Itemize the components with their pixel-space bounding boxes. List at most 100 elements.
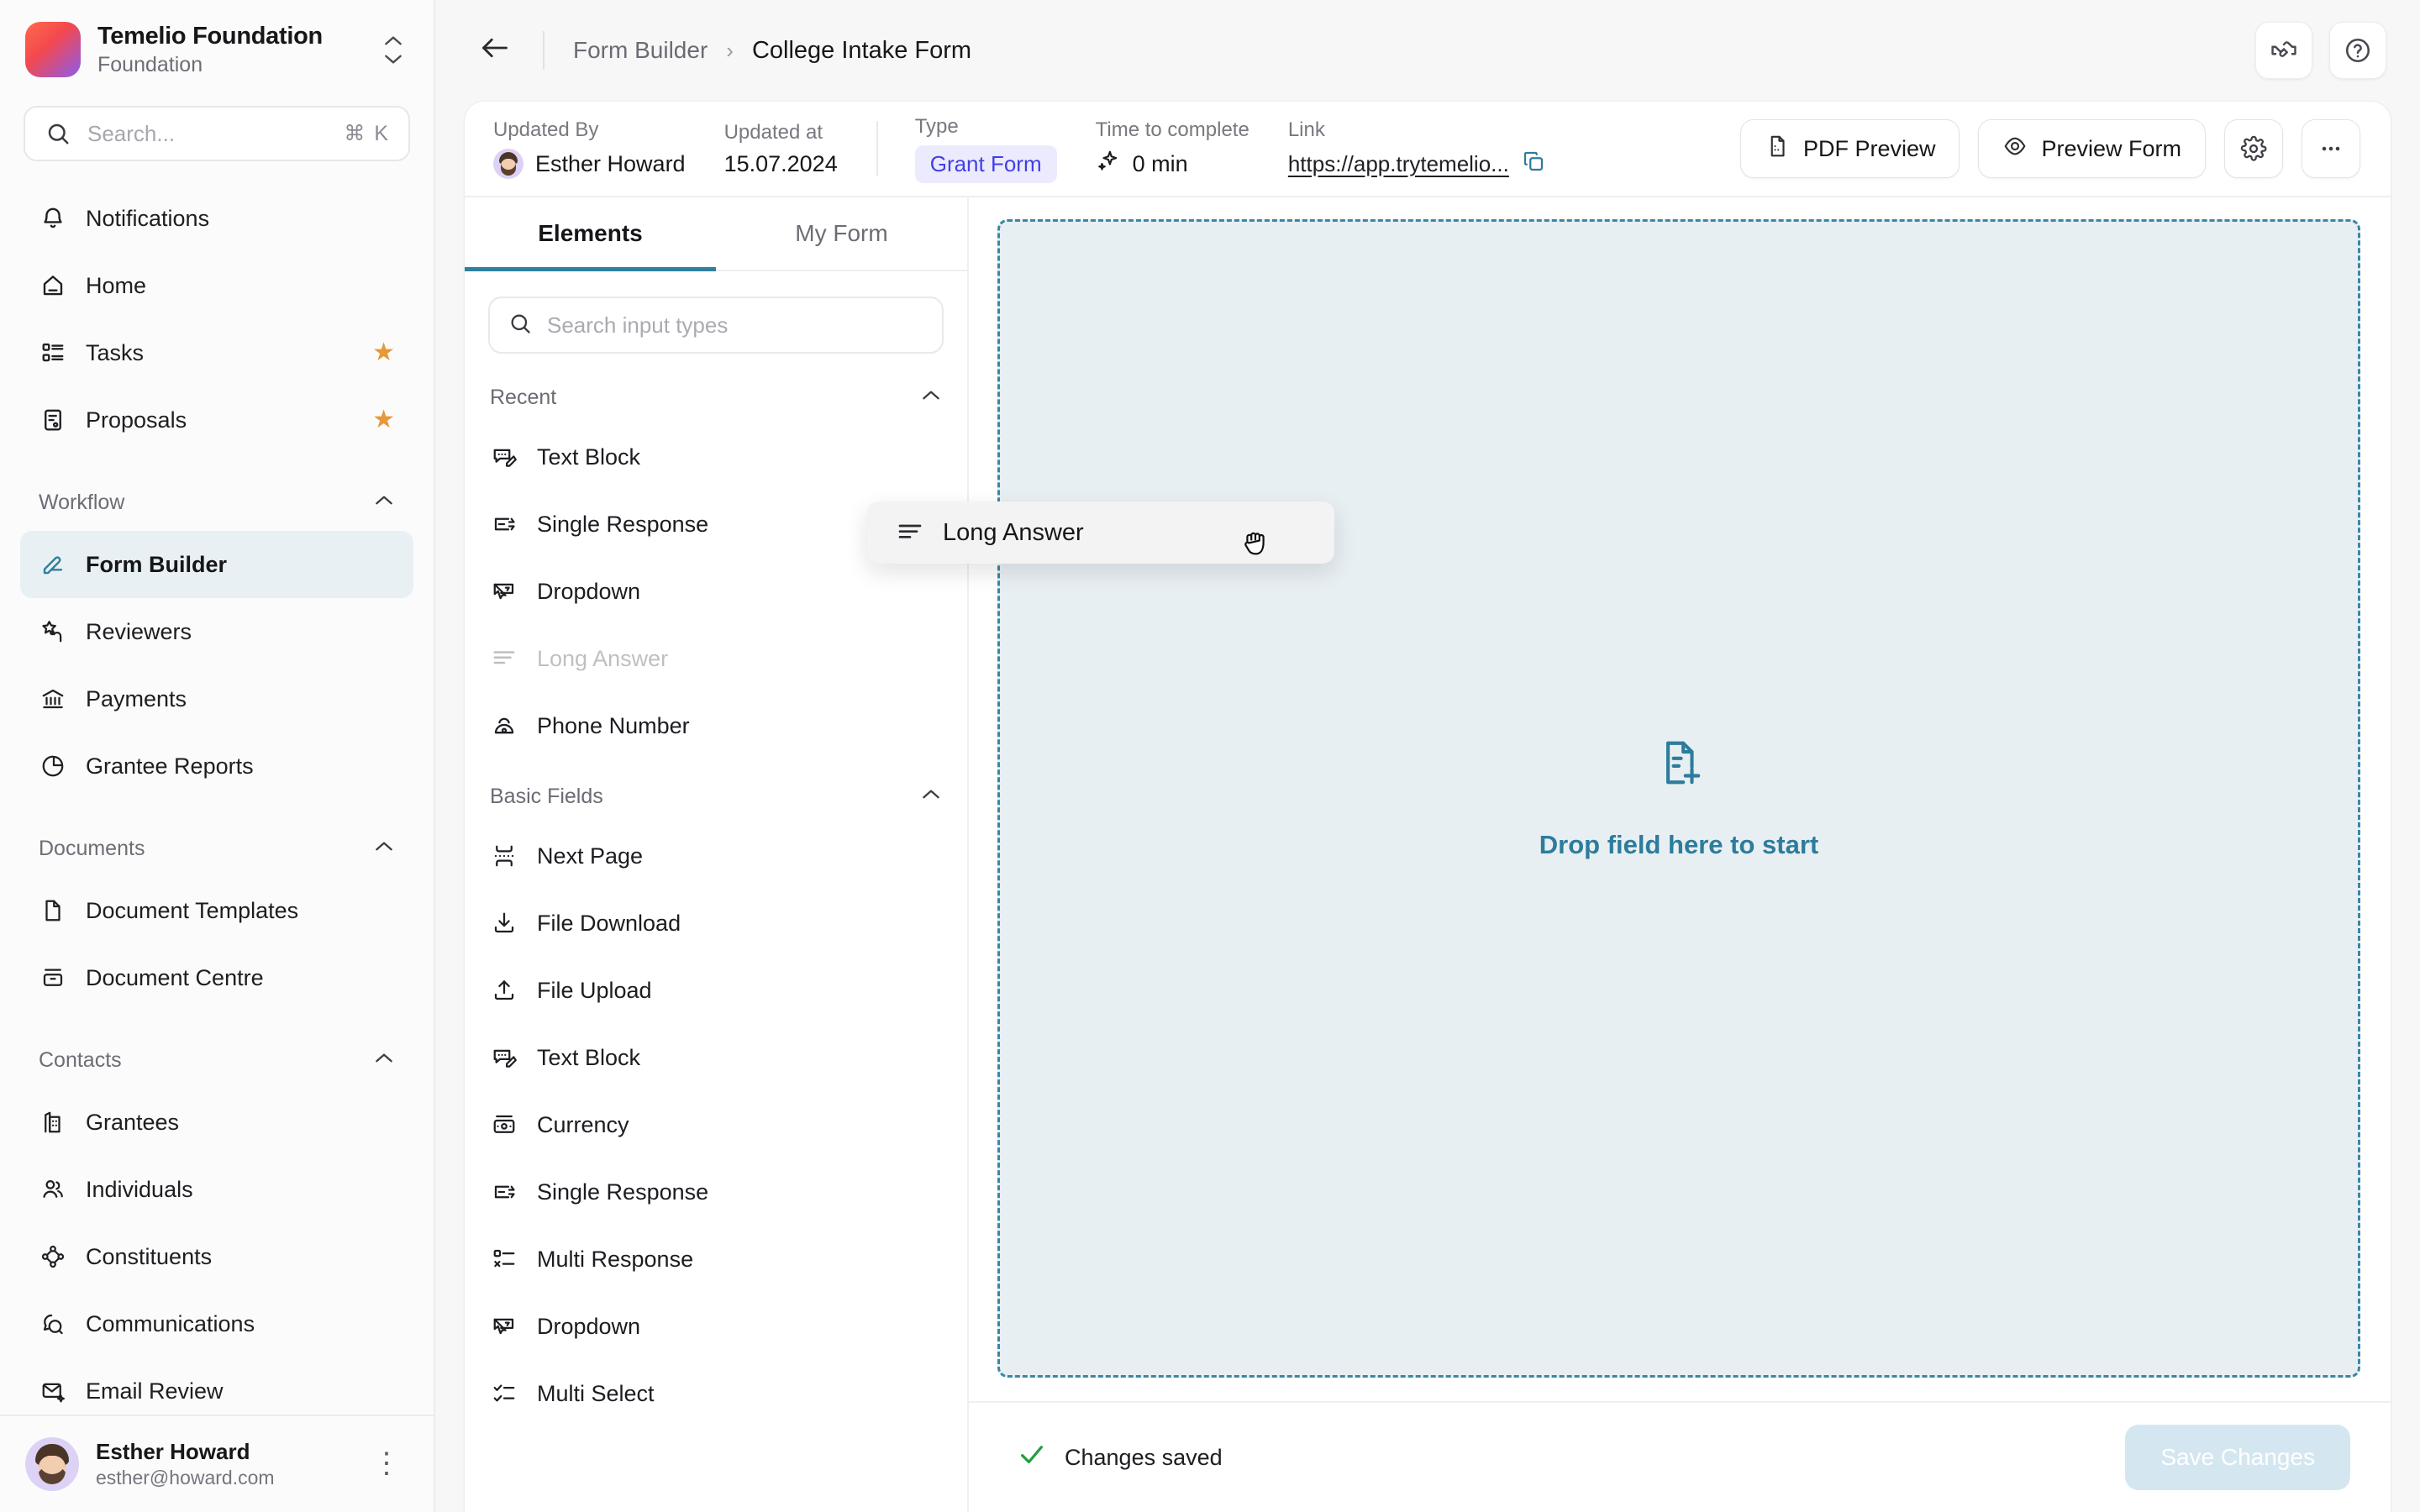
- sidebar-item-constituents[interactable]: Constituents: [20, 1223, 413, 1290]
- chevron-up-icon[interactable]: [920, 389, 942, 407]
- chevron-up-icon[interactable]: [920, 788, 942, 806]
- user-email: esther@howard.com: [96, 1467, 349, 1489]
- elements-group-basic-fields[interactable]: Basic Fields: [465, 759, 967, 822]
- element-item-phone-number[interactable]: Phone Number: [465, 692, 967, 759]
- star-icon[interactable]: ★: [372, 407, 395, 433]
- chat-icon: [39, 1310, 67, 1338]
- search-placeholder: Search...: [87, 121, 329, 147]
- status-badge: Grant Form: [915, 145, 1057, 183]
- sidebar-item-individuals[interactable]: Individuals: [20, 1156, 413, 1223]
- sidebar-item-grantees[interactable]: Grantees: [20, 1089, 413, 1156]
- meta-value: Esther Howard: [493, 149, 686, 179]
- element-item-text-block[interactable]: Text Block: [465, 423, 967, 491]
- pdf-preview-button[interactable]: PDF Preview: [1740, 119, 1960, 178]
- chevron-right-icon: ›: [726, 38, 734, 64]
- sidebar-item-label: Form Builder: [86, 552, 227, 578]
- element-item-file-upload[interactable]: File Upload: [465, 957, 967, 1024]
- element-item-file-download[interactable]: File Download: [465, 890, 967, 957]
- element-label: Text Block: [537, 1045, 640, 1071]
- sidebar-item-label: Notifications: [86, 206, 209, 232]
- sidebar-item-tasks[interactable]: Tasks ★: [20, 319, 413, 386]
- more-vertical-icon[interactable]: ⋮: [366, 1458, 408, 1470]
- multi-response-icon: [490, 1245, 518, 1273]
- copy-icon[interactable]: [1521, 149, 1546, 180]
- sidebar-item-label: Tasks: [86, 340, 144, 366]
- sidebar-item-home[interactable]: Home: [20, 252, 413, 319]
- gear-icon[interactable]: [2224, 119, 2283, 178]
- element-item-dropdown-2[interactable]: Dropdown: [465, 1293, 967, 1360]
- chevron-up-down-icon[interactable]: [376, 35, 410, 65]
- user-profile-bar[interactable]: Esther Howard esther@howard.com ⋮: [0, 1415, 434, 1512]
- element-item-multi-select[interactable]: Multi Select: [465, 1360, 967, 1427]
- element-label: File Download: [537, 911, 681, 937]
- star-icon[interactable]: ★: [372, 340, 395, 365]
- element-label: File Upload: [537, 978, 652, 1004]
- search-shortcut: ⌘ K: [344, 121, 390, 146]
- canvas-padding: Drop field here to start: [969, 197, 2391, 1401]
- sparkles-icon: [1096, 149, 1121, 180]
- elements-group-recent[interactable]: Recent: [465, 360, 967, 423]
- sidebar-item-email-review[interactable]: Email Review: [20, 1357, 413, 1415]
- tab-elements[interactable]: Elements: [465, 197, 716, 270]
- sidebar-group-workflow[interactable]: Workflow: [39, 480, 395, 524]
- org-switcher[interactable]: Temelio Foundation Foundation: [0, 0, 434, 87]
- currency-icon: [490, 1110, 518, 1139]
- search-input[interactable]: Search... ⌘ K: [24, 106, 410, 161]
- mail-sparkle-icon: [39, 1377, 67, 1405]
- help-circle-icon[interactable]: [2329, 22, 2386, 79]
- sidebar-item-label: Document Templates: [86, 898, 298, 924]
- arrow-left-icon[interactable]: [479, 33, 514, 68]
- save-button[interactable]: Save Changes: [2125, 1425, 2350, 1490]
- save-status-text: Changes saved: [1065, 1445, 1223, 1471]
- element-label: Dropdown: [537, 1314, 640, 1340]
- element-item-dropdown[interactable]: Dropdown: [465, 558, 967, 625]
- sidebar-item-document-templates[interactable]: Document Templates: [20, 877, 413, 944]
- elements-panel: Elements My Form Search input types: [465, 197, 969, 1512]
- search-icon: [44, 119, 72, 148]
- sidebar-item-payments[interactable]: Payments: [20, 665, 413, 732]
- meta-updated-at-value: 15.07.2024: [724, 151, 838, 177]
- chevron-up-icon[interactable]: [373, 840, 395, 858]
- chevron-up-icon[interactable]: [373, 1052, 395, 1069]
- breadcrumb-parent[interactable]: Form Builder: [573, 37, 708, 64]
- archive-icon: [39, 963, 67, 992]
- builder-body: Elements My Form Search input types: [465, 196, 2391, 1512]
- handshake-icon[interactable]: [2255, 22, 2312, 79]
- element-item-long-answer[interactable]: Long Answer: [465, 625, 967, 692]
- sidebar-item-communications[interactable]: Communications: [20, 1290, 413, 1357]
- divider: [876, 121, 878, 176]
- meta-link: Link https://app.trytemelio...: [1288, 118, 1585, 180]
- sidebar-group-contacts[interactable]: Contacts: [39, 1038, 395, 1082]
- element-item-next-page[interactable]: Next Page: [465, 822, 967, 890]
- element-label: Single Response: [537, 1179, 708, 1205]
- org-text: Temelio Foundation Foundation: [97, 23, 360, 77]
- sidebar-item-grantee-reports[interactable]: Grantee Reports: [20, 732, 413, 800]
- meta-updated-by: Updated By Esther Howard: [493, 118, 724, 179]
- pie-chart-icon: [39, 752, 67, 780]
- search-input[interactable]: Search input types: [488, 297, 944, 354]
- element-item-currency[interactable]: Currency: [465, 1091, 967, 1158]
- dropzone[interactable]: Drop field here to start: [997, 219, 2360, 1378]
- sidebar-item-notifications[interactable]: Notifications: [20, 185, 413, 252]
- sidebar-item-label: Individuals: [86, 1177, 193, 1203]
- sidebar-item-reviewers[interactable]: Reviewers: [20, 598, 413, 665]
- form-link[interactable]: https://app.trytemelio...: [1288, 151, 1509, 177]
- sidebar-item-proposals[interactable]: Proposals ★: [20, 386, 413, 454]
- chevron-up-icon[interactable]: [373, 494, 395, 512]
- avatar: [493, 149, 523, 179]
- element-item-single-response-2[interactable]: Single Response: [465, 1158, 967, 1226]
- sidebar-group-documents[interactable]: Documents: [39, 827, 395, 870]
- preview-form-button[interactable]: Preview Form: [1978, 119, 2206, 178]
- sidebar-item-label: Proposals: [86, 407, 187, 433]
- more-horizontal-icon[interactable]: [2302, 119, 2360, 178]
- tab-label: Elements: [538, 220, 643, 247]
- sidebar-item-document-centre[interactable]: Document Centre: [20, 944, 413, 1011]
- meta-actions: PDF Preview Preview Form: [1740, 119, 2360, 178]
- proposals-icon: [39, 406, 67, 434]
- tab-my-form[interactable]: My Form: [716, 197, 967, 270]
- element-item-multi-response[interactable]: Multi Response: [465, 1226, 967, 1293]
- element-item-text-block-2[interactable]: Text Block: [465, 1024, 967, 1091]
- upload-icon: [490, 976, 518, 1005]
- sidebar-group-label: Workflow: [39, 491, 124, 515]
- sidebar-item-form-builder[interactable]: Form Builder: [20, 531, 413, 598]
